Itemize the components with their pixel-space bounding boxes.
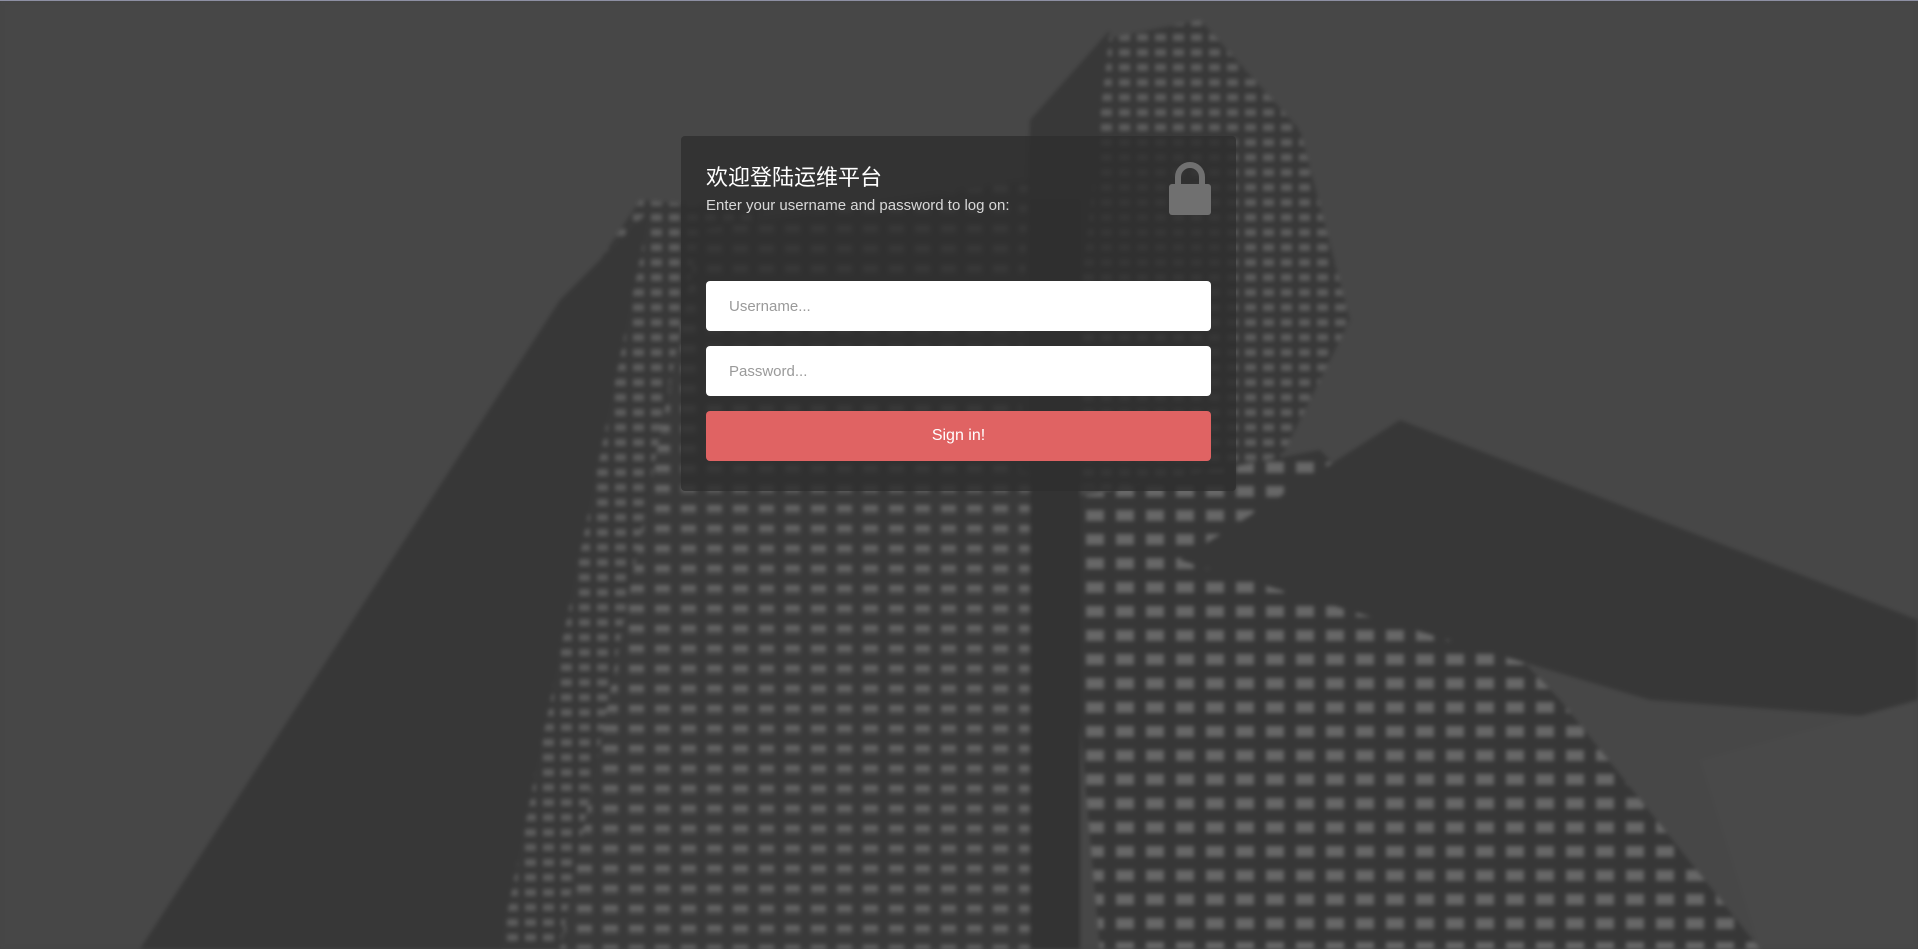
login-page: 欢迎登陆运维平台 Enter your username and passwor… [0, 0, 1918, 949]
password-input[interactable] [706, 346, 1211, 396]
username-input[interactable] [706, 281, 1211, 331]
sign-in-button[interactable]: Sign in! [706, 411, 1211, 461]
lock-icon [1169, 162, 1211, 215]
login-panel: 欢迎登陆运维平台 Enter your username and passwor… [681, 136, 1236, 491]
login-subtitle: Enter your username and password to log … [706, 197, 1010, 214]
top-border-line [0, 0, 1918, 1]
login-title: 欢迎登陆运维平台 [706, 166, 883, 191]
